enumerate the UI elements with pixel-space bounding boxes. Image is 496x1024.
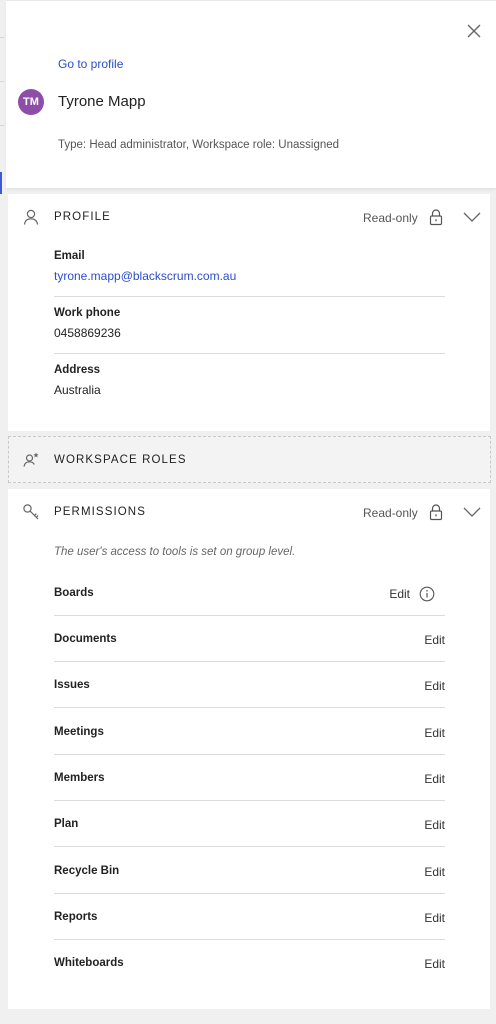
work-phone-label: Work phone xyxy=(54,307,121,319)
close-icon[interactable] xyxy=(467,24,481,38)
permission-access-value[interactable]: Edit xyxy=(424,911,445,925)
user-details-panel: Go to profile TM Tyrone Mapp Type: Head … xyxy=(0,0,496,1024)
permissions-readonly-label: Read-only xyxy=(363,506,418,520)
permissions-note: The user's access to tools is set on gro… xyxy=(54,546,296,558)
lock-icon xyxy=(429,209,443,226)
permission-access-value[interactable]: Edit xyxy=(389,587,410,601)
permissions-section-title: PERMISSIONS xyxy=(54,506,146,518)
user-header: Go to profile TM Tyrone Mapp Type: Head … xyxy=(6,0,496,188)
permission-tool-name: Meetings xyxy=(54,726,104,738)
permission-tool-name: Boards xyxy=(54,587,94,599)
permission-row-reports: Reports Edit xyxy=(54,894,445,940)
permission-row-plan: Plan Edit xyxy=(54,801,445,847)
permission-tool-name: Reports xyxy=(54,911,98,923)
backdrop-divider xyxy=(0,125,4,126)
email-link[interactable]: tyrone.mapp@blackscrum.com.au xyxy=(54,269,445,283)
permission-access-value[interactable]: Edit xyxy=(424,957,445,971)
backdrop-divider xyxy=(0,37,4,38)
person-star-icon xyxy=(23,452,39,467)
permission-tool-name: Issues xyxy=(54,679,90,691)
avatar: TM xyxy=(18,89,44,115)
permission-row-members: Members Edit xyxy=(54,755,445,801)
permission-row-recycle-bin: Recycle Bin Edit xyxy=(54,848,445,894)
permission-row-issues: Issues Edit xyxy=(54,662,445,708)
permission-access-value[interactable]: Edit xyxy=(424,818,445,832)
person-icon xyxy=(23,209,39,225)
field-divider xyxy=(54,296,445,297)
permissions-section: PERMISSIONS Read-only The user's access … xyxy=(8,489,490,1009)
backdrop-accent xyxy=(0,172,2,194)
chevron-down-icon[interactable] xyxy=(462,504,482,520)
profile-readonly-label: Read-only xyxy=(363,211,418,225)
permission-access-value[interactable]: Edit xyxy=(424,865,445,879)
close-button[interactable] xyxy=(462,19,486,43)
field-divider xyxy=(54,353,445,354)
permission-tool-name: Members xyxy=(54,772,105,784)
permission-tool-name: Recycle Bin xyxy=(54,865,120,877)
email-label: Email xyxy=(54,250,85,262)
permission-row-boards: Boards Edit xyxy=(54,570,445,616)
lock-icon xyxy=(429,504,443,521)
user-type-text: Type: Head administrator, Workspace role… xyxy=(58,139,340,151)
profile-section-title: PROFILE xyxy=(54,211,111,223)
backdrop-divider xyxy=(0,81,4,82)
permission-tool-name: Documents xyxy=(54,633,117,645)
work-phone-value: 0458869236 xyxy=(54,326,121,340)
address-field: Address Australia xyxy=(54,364,445,397)
info-icon[interactable] xyxy=(419,586,435,602)
permission-tool-name: Whiteboards xyxy=(54,957,124,969)
key-icon xyxy=(23,504,39,520)
address-value: Australia xyxy=(54,383,101,397)
permission-access-value[interactable]: Edit xyxy=(424,633,445,647)
permission-row-whiteboards: Whiteboards Edit xyxy=(54,940,445,986)
chevron-down-icon[interactable] xyxy=(462,209,482,225)
go-to-profile-link[interactable]: Go to profile xyxy=(58,57,123,71)
row-divider xyxy=(54,846,445,847)
permission-tool-name: Plan xyxy=(54,818,79,830)
permission-row-meetings: Meetings Edit xyxy=(54,709,445,755)
permission-access-value[interactable]: Edit xyxy=(424,726,445,740)
row-divider xyxy=(54,707,445,708)
permission-access-value[interactable]: Edit xyxy=(424,772,445,786)
work-phone-field: Work phone 0458869236 xyxy=(54,307,445,340)
user-name: Tyrone Mapp xyxy=(58,93,146,110)
workspace-roles-title: WORKSPACE ROLES xyxy=(54,454,187,466)
workspace-roles-section[interactable]: WORKSPACE ROLES xyxy=(8,436,491,483)
email-field: Email tyrone.mapp@blackscrum.com.au xyxy=(54,250,445,283)
profile-section: PROFILE Read-only Email tyrone.mapp@blac… xyxy=(8,194,490,431)
permission-row-documents: Documents Edit xyxy=(54,616,445,662)
permissions-section-header[interactable]: PERMISSIONS Read-only xyxy=(8,489,490,533)
permission-access-value[interactable]: Edit xyxy=(424,679,445,693)
address-label: Address xyxy=(54,364,101,376)
profile-section-header[interactable]: PROFILE Read-only xyxy=(8,194,490,238)
